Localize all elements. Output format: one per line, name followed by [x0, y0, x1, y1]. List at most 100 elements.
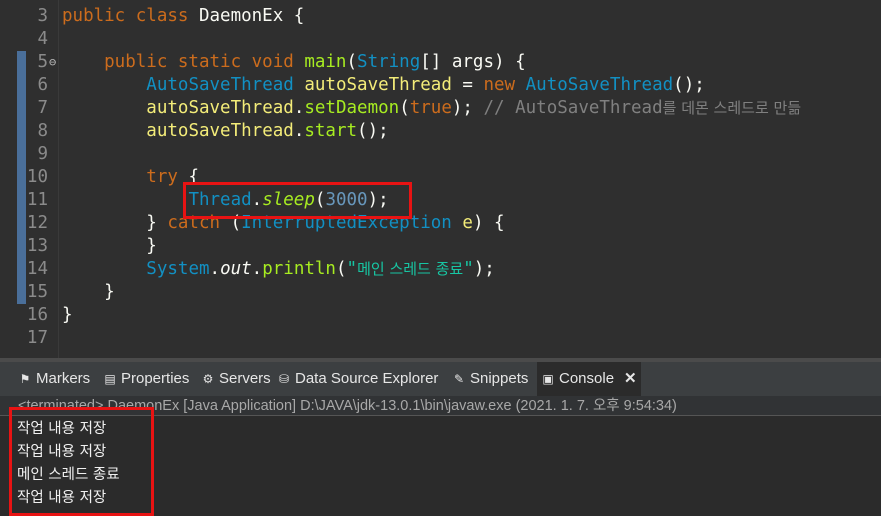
code-token: DaemonEx — [198, 6, 284, 26]
code-token: autoSaveThread — [146, 121, 294, 141]
code-token: { — [283, 6, 305, 26]
line-number: 16 — [26, 305, 48, 325]
code-line[interactable]: 5 ⊖ public static void main(String[] args… — [0, 51, 881, 74]
code-text: try { — [62, 166, 199, 189]
code-token: . — [293, 98, 305, 118]
code-token: autoSaveThread — [304, 75, 452, 95]
code-token: public static void — [62, 52, 305, 72]
line-number: 13 — [26, 236, 48, 256]
code-text: } — [62, 235, 157, 258]
code-token: . — [251, 259, 263, 279]
code-token: ); — [451, 98, 484, 118]
code-token: System — [146, 259, 210, 279]
code-editor[interactable]: 3 public class DaemonEx {4 5 ⊖ public stati… — [0, 0, 881, 358]
code-token: e — [462, 213, 473, 233]
fold-toggle-icon[interactable]: ⊖ — [49, 51, 56, 74]
line-number: 4 — [37, 29, 48, 49]
code-token: true — [409, 98, 452, 118]
snippets-icon: ✎ — [453, 372, 465, 386]
code-token: autoSaveThread — [146, 98, 294, 118]
close-icon[interactable]: ✕ — [624, 362, 637, 396]
code-token: out — [220, 259, 252, 279]
code-text: autoSaveThread.setDaemon(true); // AutoS… — [62, 97, 801, 120]
code-line[interactable]: 7 autoSaveThread.setDaemon(true); // Aut… — [0, 97, 881, 120]
code-token: = — [451, 75, 484, 95]
tab-data-source-explorer[interactable]: ⛁ Data Source Explorer — [277, 362, 447, 396]
servers-icon: ⚙ — [202, 372, 214, 386]
code-token: 메인 스레드 종료 — [357, 260, 464, 278]
line-number: 6 — [37, 75, 48, 95]
code-line[interactable]: 4 — [0, 28, 881, 51]
code-text: System.out.println("메인 스레드 종료"); — [62, 258, 495, 281]
sleep-highlight-box — [183, 182, 412, 219]
code-token: (); — [673, 75, 705, 95]
code-token: . — [293, 121, 305, 141]
code-line[interactable]: 3 public class DaemonEx { — [0, 5, 881, 28]
code-token: ( — [335, 259, 347, 279]
code-line[interactable]: 15 } — [0, 281, 881, 304]
tab-label: Data Source Explorer — [295, 370, 439, 387]
tab-markers[interactable]: ⚑ Markers — [18, 362, 98, 396]
code-line[interactable]: 13 } — [0, 235, 881, 258]
code-token: AutoSaveThread — [146, 75, 294, 95]
code-token: " — [346, 259, 358, 279]
code-token: public class — [62, 6, 199, 26]
code-text: } — [62, 304, 73, 327]
code-text: public class DaemonEx { — [62, 5, 304, 28]
line-number: 14 — [26, 259, 48, 279]
tab-label: Servers — [219, 370, 271, 387]
code-token: String — [357, 52, 421, 72]
markers-icon: ⚑ — [19, 372, 31, 386]
code-line[interactable]: 9 — [0, 143, 881, 166]
code-line[interactable]: 6 AutoSaveThread autoSaveThread = new Au… — [0, 74, 881, 97]
code-token: setDaemon — [304, 98, 400, 118]
code-token: // AutoSaveThread — [483, 98, 663, 118]
tab-console[interactable]: ▣ Console ✕ — [537, 362, 641, 396]
console-highlight-box — [9, 407, 154, 516]
tab-label: Snippets — [470, 370, 529, 387]
tab-properties[interactable]: ▤ Properties — [103, 362, 195, 396]
code-token: ( — [399, 98, 410, 118]
code-token: println — [262, 259, 336, 279]
code-line[interactable]: 11 Thread.sleep(3000); — [0, 189, 881, 212]
line-number: 15 — [26, 282, 48, 302]
tab-label: Properties — [121, 370, 190, 387]
code-token: ( — [346, 52, 358, 72]
code-line[interactable]: 10 try { — [0, 166, 881, 189]
line-number: 8 — [37, 121, 48, 141]
code-line[interactable]: 8 autoSaveThread.start(); — [0, 120, 881, 143]
code-line[interactable]: 12 } catch (InterruptedException e) { — [0, 212, 881, 235]
code-token: ); — [473, 259, 495, 279]
code-token: } — [62, 213, 168, 233]
line-number: 12 — [26, 213, 48, 233]
tab-snippets[interactable]: ✎ Snippets — [452, 362, 532, 396]
bottom-tab-bar: ⚑ Markers ▤ Properties ⚙ Servers ⛁ Data Source … — [0, 362, 881, 396]
properties-icon: ▤ — [104, 372, 116, 386]
code-token: main — [304, 52, 347, 72]
data-source-icon: ⛁ — [278, 372, 290, 386]
code-line[interactable]: 17 — [0, 327, 881, 350]
code-token: . — [209, 259, 221, 279]
line-number: 3 — [37, 6, 48, 26]
line-number: 10 — [26, 167, 48, 187]
console-icon: ▣ — [542, 372, 554, 386]
code-token: ) { — [472, 213, 505, 233]
code-token: ) { — [494, 52, 526, 72]
tab-servers[interactable]: ⚙ Servers — [201, 362, 271, 396]
line-number: 11 — [26, 190, 48, 210]
code-text: autoSaveThread.start(); — [62, 120, 388, 143]
code-line[interactable]: 16} — [0, 304, 881, 327]
tab-label: Console — [559, 370, 615, 387]
code-token: AutoSaveThread — [525, 75, 674, 95]
code-token: } — [62, 236, 157, 256]
code-line[interactable]: 14 System.out.println("메인 스레드 종료"); — [0, 258, 881, 281]
code-text: public static void main(String[] args) { — [62, 51, 526, 74]
line-number: 9 — [37, 144, 48, 164]
code-token: 를 데몬 스레드로 만듦 — [662, 99, 802, 117]
code-text: AutoSaveThread autoSaveThread = new Auto… — [62, 74, 705, 97]
